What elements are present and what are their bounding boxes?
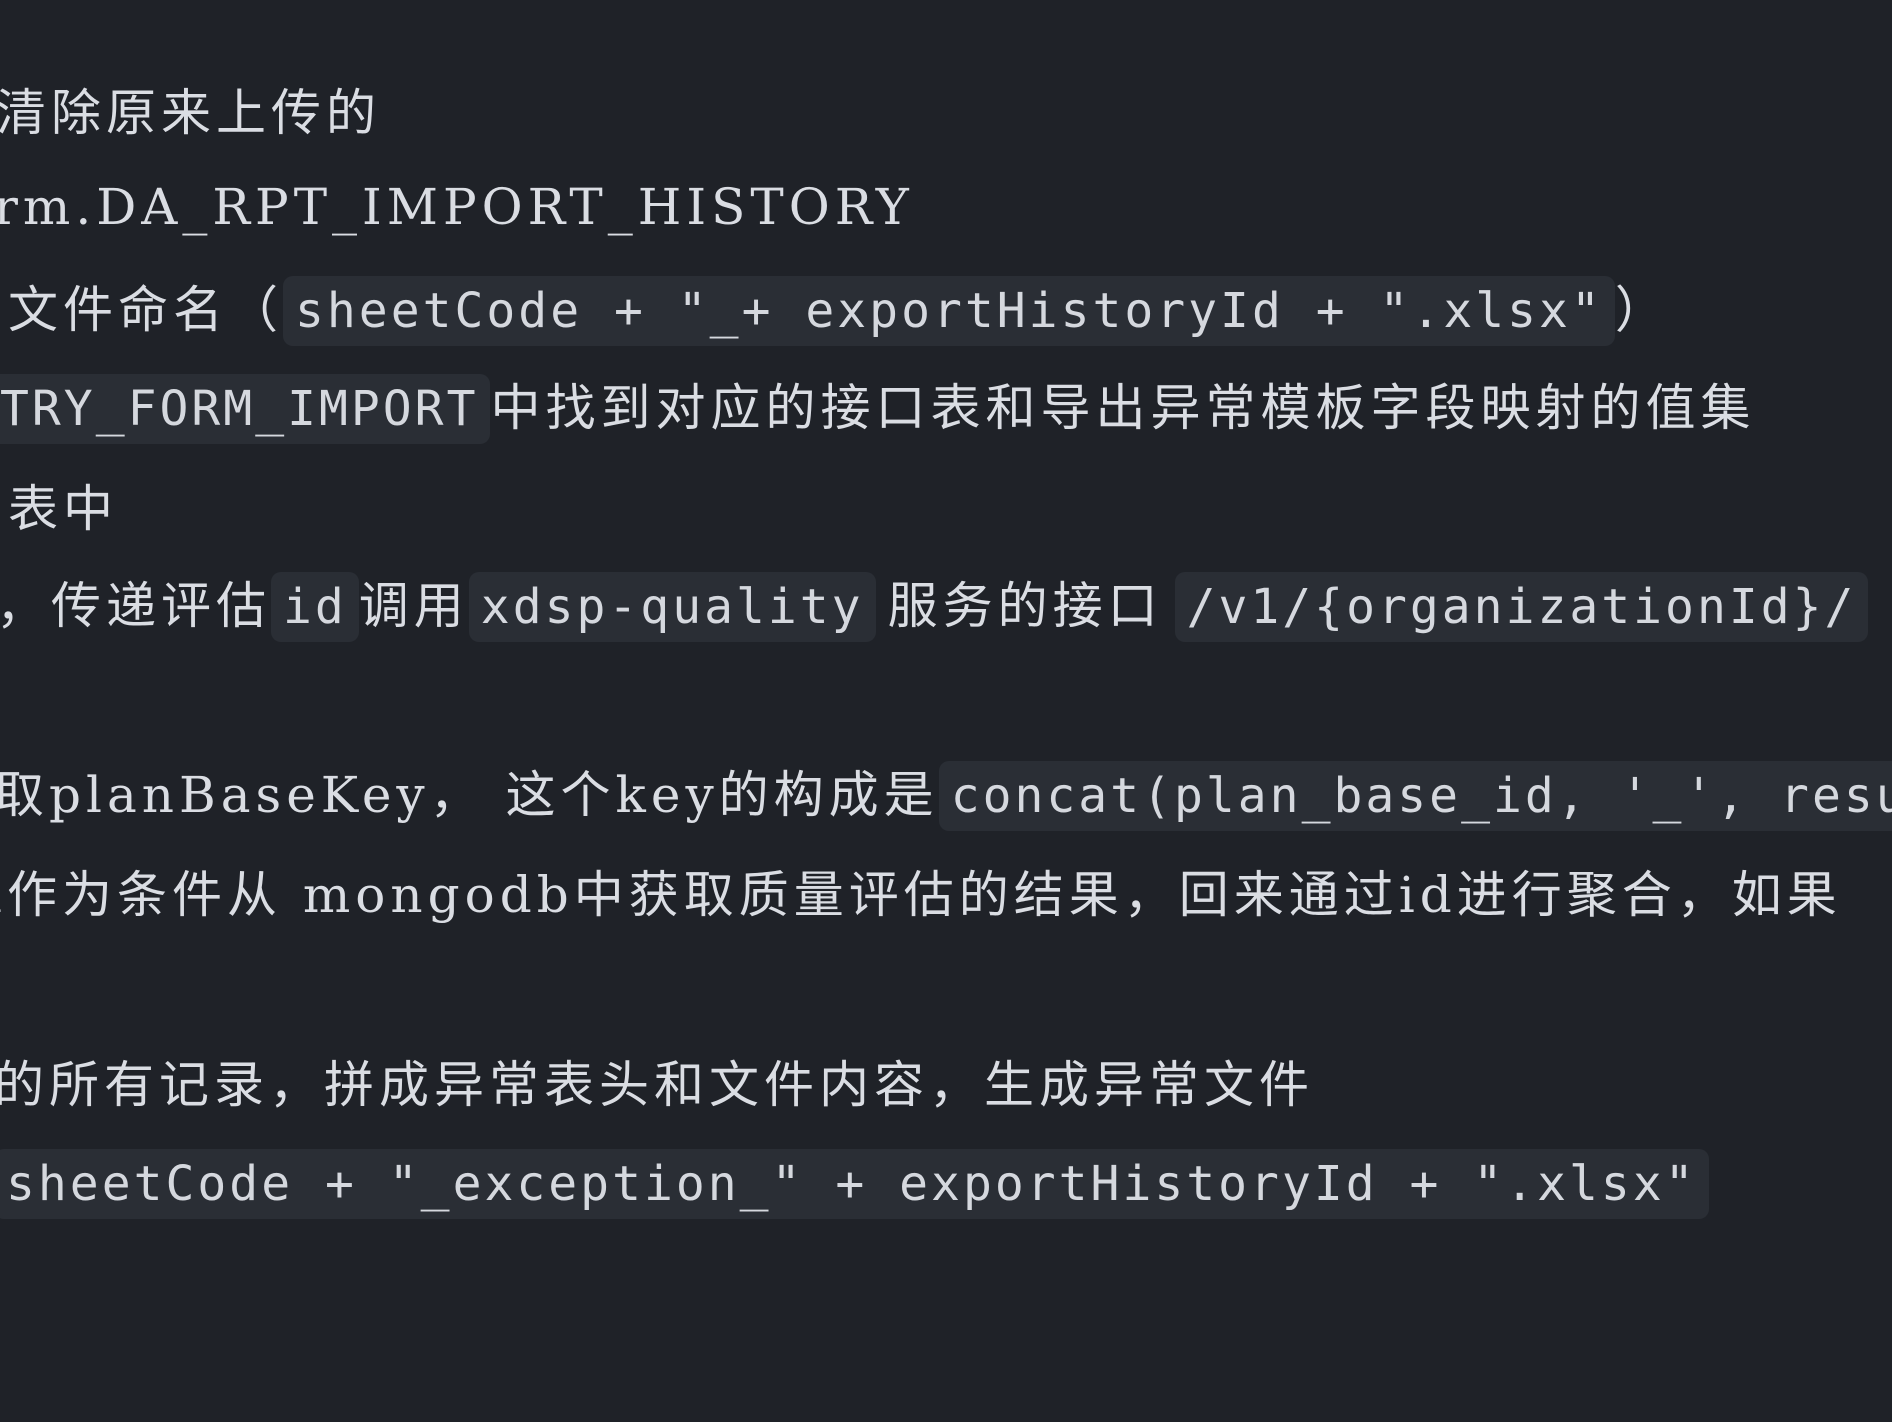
line-plan-base-key: 取planBaseKey， 这个key的构成是 concat(plan_base_… — [0, 760, 1892, 831]
inline-code: id — [271, 572, 359, 642]
inline-code: TRY_FORM_IMPORT — [0, 374, 491, 444]
inline-code: xdsp-quality — [468, 572, 876, 642]
line-text: 表中 — [8, 480, 118, 538]
document-page: 清除原来上传的 rm.DA_RPT_IMPORT_HISTORY 文件命名（ sh… — [0, 0, 1892, 1422]
line-text: 中找到对应的接口表和导出异常模板字段映射的值集 — [490, 379, 1756, 437]
line-exception-file-naming: sheetCode + "_exception_" + exportHistor… — [0, 1148, 1709, 1219]
line-generate-exception-file: 的所有记录，拼成异常表头和文件内容，生成异常文件 — [0, 1050, 1314, 1120]
inline-code: sheetCode + "_+ exportHistoryId + ".xlsx… — [283, 276, 1615, 346]
inline-code: /v1/{organizationId}/ — [1174, 572, 1869, 642]
line-text: l作为条件从 mongodb中获取质量评估的结果，回来通过id进行聚合，如果 — [0, 866, 1842, 924]
line-text: 服务的接口 — [887, 577, 1163, 635]
inline-code: concat(plan_base_id, '_', result — [938, 761, 1892, 831]
line-text: ，传递评估 — [0, 577, 271, 635]
line-text: 取planBaseKey， 这个key的构成是 — [0, 766, 939, 824]
line-text: rm.DA_RPT_IMPORT_HISTORY — [0, 178, 914, 236]
line-find-interface-table: TRY_FORM_IMPORT 中找到对应的接口表和导出异常模板字段映射的值集 — [0, 373, 1756, 444]
line-call-quality-service: ，传递评估 id 调用 xdsp-quality 服务的接口/v1/{organizat… — [0, 571, 1869, 642]
line-in-table: 表中 — [8, 474, 118, 544]
line-text: 清除原来上传的 — [0, 84, 381, 142]
line-text: 调用 — [358, 577, 469, 635]
inline-code: sheetCode + "_exception_" + exportHistor… — [0, 1149, 1709, 1219]
line-import-history-table: rm.DA_RPT_IMPORT_HISTORY — [0, 172, 914, 242]
line-text: ） — [1614, 281, 1670, 339]
line-mongodb-query: l作为条件从 mongodb中获取质量评估的结果，回来通过id进行聚合，如果 — [0, 860, 1842, 930]
line-clear-uploaded: 清除原来上传的 — [0, 78, 381, 148]
line-file-naming: 文件命名（ sheetCode + "_+ exportHistoryId + "… — [8, 275, 1670, 346]
line-text: 文件命名（ — [8, 281, 283, 339]
line-text: 的所有记录，拼成异常表头和文件内容，生成异常文件 — [0, 1056, 1314, 1114]
